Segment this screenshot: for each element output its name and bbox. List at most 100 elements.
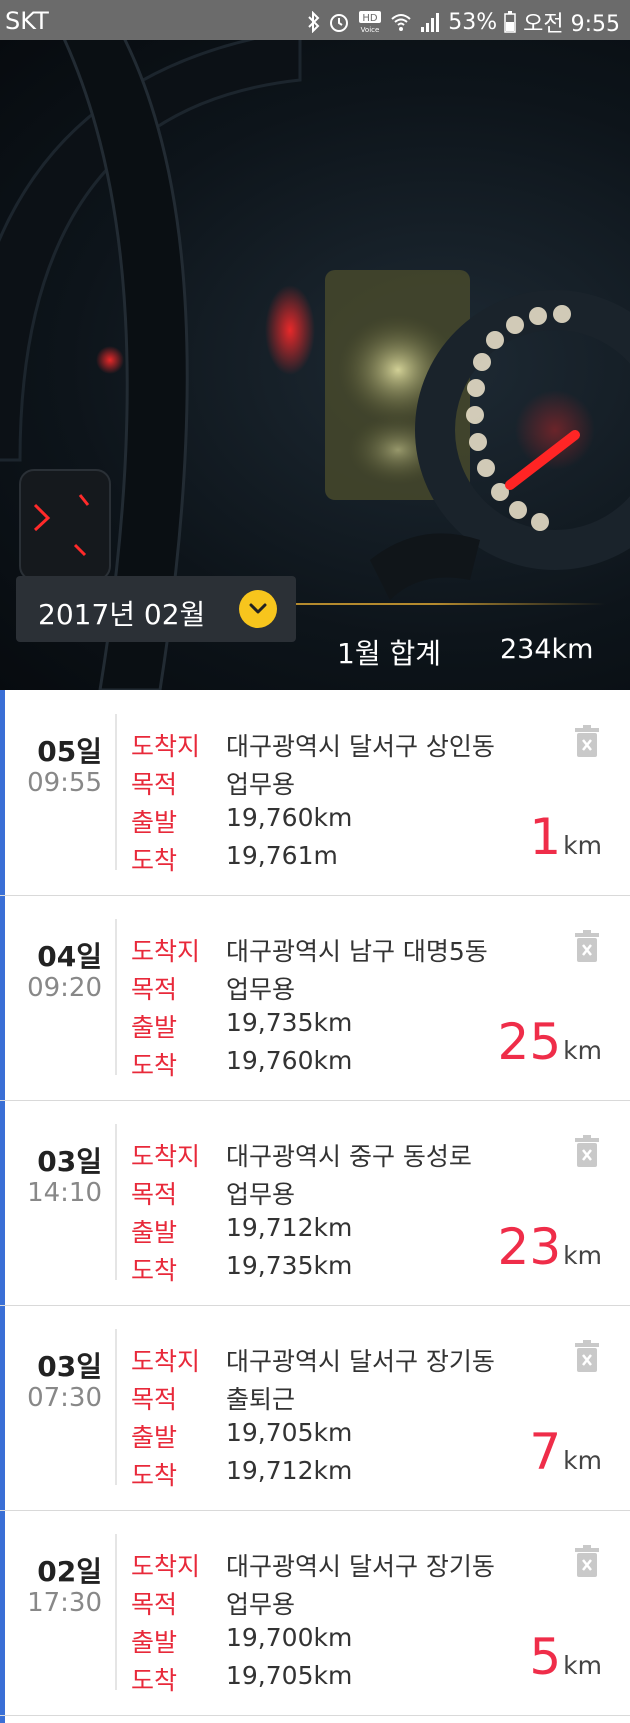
destination-value: 대구광역시 달서구 상인동 [226,732,495,761]
destination-label: 도착지 [131,1142,201,1171]
trash-icon[interactable] [574,929,600,963]
wifi-icon [391,14,411,31]
departure-label: 출발 [131,1628,178,1657]
purpose-label: 목적 [131,1180,178,1209]
svg-text:Voice: Voice [361,26,380,34]
chevron-down-icon [249,603,267,614]
svg-text:HD: HD [363,13,379,24]
trip-day: 05일 [37,735,102,768]
signal-icon [421,13,440,32]
destination-value: 대구광역시 달서구 장기동 [226,1552,495,1581]
trip-list: 05일 09:55 도착지 대구광역시 달서구 상인동 목적 업무용 출발 19… [0,690,630,1723]
trip-entry[interactable]: 02일 17:30 도착지 대구광역시 달서구 장기동 목적 업무용 출발 19… [0,1510,630,1716]
arrival-label: 도착 [131,1461,178,1490]
departure-label: 출발 [131,808,178,837]
status-bar: SKT HD Voice 53% 오전 9:55 [0,0,630,40]
departure-label: 출발 [131,1218,178,1247]
destination-label: 도착지 [131,1552,201,1581]
clock: 오전 9:55 [523,12,620,37]
summary-value: 234km [500,634,594,665]
destination-value: 대구광역시 달서구 장기동 [226,1347,495,1376]
departure-label: 출발 [131,1013,178,1042]
distance-value: 7 [529,1423,562,1481]
destination-label: 도착지 [131,732,201,761]
trip-entry[interactable]: 04일 09:20 도착지 대구광역시 남구 대명5동 목적 업무용 출발 19… [0,895,630,1101]
month-selector[interactable]: 2017년 02월 [16,576,296,642]
destination-label: 도착지 [131,937,201,966]
trip-time: 09:20 [27,973,102,1003]
trip-time: 07:30 [27,1383,102,1413]
purpose-label: 목적 [131,1385,178,1414]
trip-distance: 23km [498,1218,602,1276]
arrival-label: 도착 [131,846,178,875]
trip-time: 17:30 [27,1588,102,1618]
arrival-label: 도착 [131,1666,178,1695]
destination-value: 대구광역시 중구 동성로 [226,1142,472,1171]
trash-icon[interactable] [574,1339,600,1373]
purpose-value: 업무용 [226,1590,296,1619]
trip-entry[interactable]: 03일 07:30 도착지 대구광역시 달서구 장기동 목적 출퇴근 출발 19… [0,1305,630,1511]
departure-value: 19,712km [226,1213,353,1242]
departure-value: 19,735km [226,1008,353,1037]
divider [115,1124,117,1280]
trip-day: 04일 [37,940,102,973]
trip-entry[interactable]: 03일 14:10 도착지 대구광역시 중구 동성로 목적 업무용 출발 19,… [0,1100,630,1306]
arrival-value: 19,735km [226,1251,353,1280]
purpose-value: 업무용 [226,1180,296,1209]
purpose-label: 목적 [131,770,178,799]
summary-label: 1월 합계 [337,637,441,670]
divider [115,919,117,1075]
distance-value: 5 [529,1628,562,1686]
trip-distance: 25km [498,1013,602,1071]
trip-distance: 1km [529,808,602,866]
departure-value: 19,705km [226,1418,353,1447]
purpose-value: 출퇴근 [226,1385,296,1414]
battery-percent: 53% [448,9,498,35]
trash-icon[interactable] [574,724,600,758]
distance-unit: km [563,1036,602,1065]
arrival-value: 19,760km [226,1046,353,1075]
distance-value: 25 [497,1013,562,1071]
arrival-value: 19,705km [226,1661,353,1690]
hd-voice-icon: HD Voice [359,11,382,34]
purpose-value: 업무용 [226,975,296,1004]
month-label: 2017년 02월 [38,598,206,631]
trip-distance: 7km [529,1423,602,1481]
trash-icon[interactable] [574,1544,600,1578]
trip-day: 03일 [37,1145,102,1178]
distance-unit: km [563,831,602,860]
trip-time: 14:10 [27,1178,102,1208]
arrival-label: 도착 [131,1256,178,1285]
trip-day: 02일 [37,1555,102,1588]
departure-value: 19,700km [226,1623,353,1652]
arrival-value: 19,712km [226,1456,353,1485]
carrier-label: SKT [5,7,49,35]
status-icons: HD Voice 53% 오전 9:55 [307,6,620,38]
bluetooth-icon [308,11,320,33]
distance-value: 23 [497,1218,562,1276]
arrival-value: 19,761m [226,841,338,870]
battery-icon [504,11,516,33]
distance-unit: km [563,1651,602,1680]
purpose-label: 목적 [131,1590,178,1619]
trip-entry[interactable]: 05일 09:55 도착지 대구광역시 달서구 상인동 목적 업무용 출발 19… [0,690,630,896]
purpose-value: 업무용 [226,770,296,799]
distance-value: 1 [529,808,562,866]
departure-value: 19,760km [226,803,353,832]
divider [115,1534,117,1690]
trash-icon[interactable] [574,1134,600,1168]
purpose-label: 목적 [131,975,178,1004]
divider [115,1329,117,1485]
distance-unit: km [563,1446,602,1475]
dropdown-button[interactable] [239,590,277,628]
trip-day: 03일 [37,1350,102,1383]
divider [115,714,117,870]
distance-unit: km [563,1241,602,1270]
arrival-label: 도착 [131,1051,178,1080]
trip-time: 09:55 [27,768,102,798]
departure-label: 출발 [131,1423,178,1452]
destination-label: 도착지 [131,1347,201,1376]
destination-value: 대구광역시 남구 대명5동 [226,937,488,966]
trip-distance: 5km [529,1628,602,1686]
alarm-icon [330,14,349,32]
